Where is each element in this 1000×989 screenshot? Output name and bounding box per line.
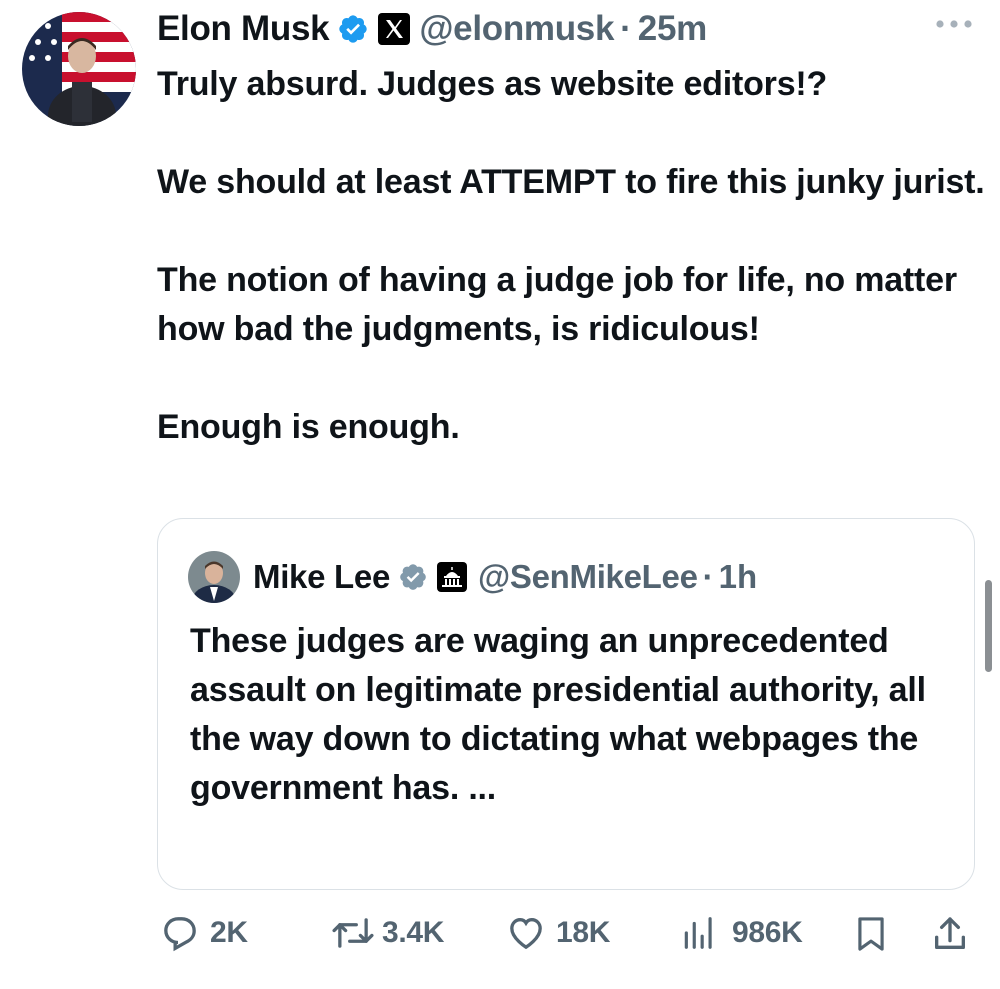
more-horizontal-icon[interactable] bbox=[934, 14, 974, 34]
tweet-actions-bar: 2K 3.4K 18K 986K bbox=[0, 905, 1000, 969]
like-button[interactable]: 18K bbox=[506, 913, 610, 953]
tweet-header: Elon Musk @elonmusk · 25m bbox=[157, 6, 707, 52]
tweet-paragraph: The notion of having a judge job for lif… bbox=[157, 261, 957, 348]
quoted-tweet-header: Mike Lee @SenMikeLee · 1h bbox=[253, 554, 757, 600]
quoted-tweet-timestamp[interactable]: 1h bbox=[719, 558, 758, 596]
separator-dot: · bbox=[620, 9, 632, 48]
share-button[interactable] bbox=[930, 913, 970, 955]
quoted-tweet-card[interactable]: Mike Lee @SenMikeLee · 1h These judges a… bbox=[157, 518, 975, 890]
gray-verified-badge-icon[interactable] bbox=[398, 562, 428, 592]
tweet-text: Truly absurd. Judges as website editors!… bbox=[157, 60, 987, 501]
verified-badge-icon[interactable] bbox=[337, 13, 369, 45]
quoted-author-avatar[interactable] bbox=[188, 551, 240, 603]
x-logo-icon[interactable] bbox=[377, 12, 411, 46]
reply-icon bbox=[160, 913, 200, 953]
quoted-author-name[interactable]: Mike Lee bbox=[253, 558, 390, 596]
capitol-building-icon[interactable] bbox=[436, 561, 468, 593]
repost-button[interactable]: 3.4K bbox=[330, 913, 444, 953]
views-count: 986K bbox=[732, 916, 803, 949]
separator-dot: · bbox=[702, 558, 714, 595]
tweet-timestamp[interactable]: 25m bbox=[638, 9, 707, 49]
bookmark-button[interactable] bbox=[852, 913, 890, 955]
author-avatar[interactable] bbox=[22, 12, 136, 126]
repost-count: 3.4K bbox=[382, 916, 445, 949]
author-name[interactable]: Elon Musk bbox=[157, 9, 330, 49]
quoted-author-handle[interactable]: @SenMikeLee bbox=[478, 558, 698, 596]
tweet-paragraph: Enough is enough. bbox=[157, 408, 460, 446]
views-button[interactable]: 986K bbox=[680, 913, 803, 953]
tweet-paragraph: We should at least ATTEMPT to fire this … bbox=[157, 163, 985, 201]
avatar-image bbox=[188, 551, 240, 603]
share-icon bbox=[930, 913, 970, 955]
reply-button[interactable]: 2K bbox=[160, 913, 248, 953]
heart-icon bbox=[506, 913, 546, 953]
quoted-tweet-text: These judges are waging an unprecedented… bbox=[190, 622, 926, 807]
tweet-paragraph: Truly absurd. Judges as website editors!… bbox=[157, 65, 828, 103]
scrollbar[interactable] bbox=[985, 580, 992, 672]
bookmark-icon bbox=[852, 913, 890, 955]
author-handle[interactable]: @elonmusk bbox=[419, 9, 614, 49]
repost-icon bbox=[330, 913, 376, 953]
reply-count: 2K bbox=[210, 916, 248, 949]
like-count: 18K bbox=[556, 916, 611, 949]
avatar-image bbox=[22, 12, 136, 126]
views-chart-icon bbox=[680, 913, 718, 953]
